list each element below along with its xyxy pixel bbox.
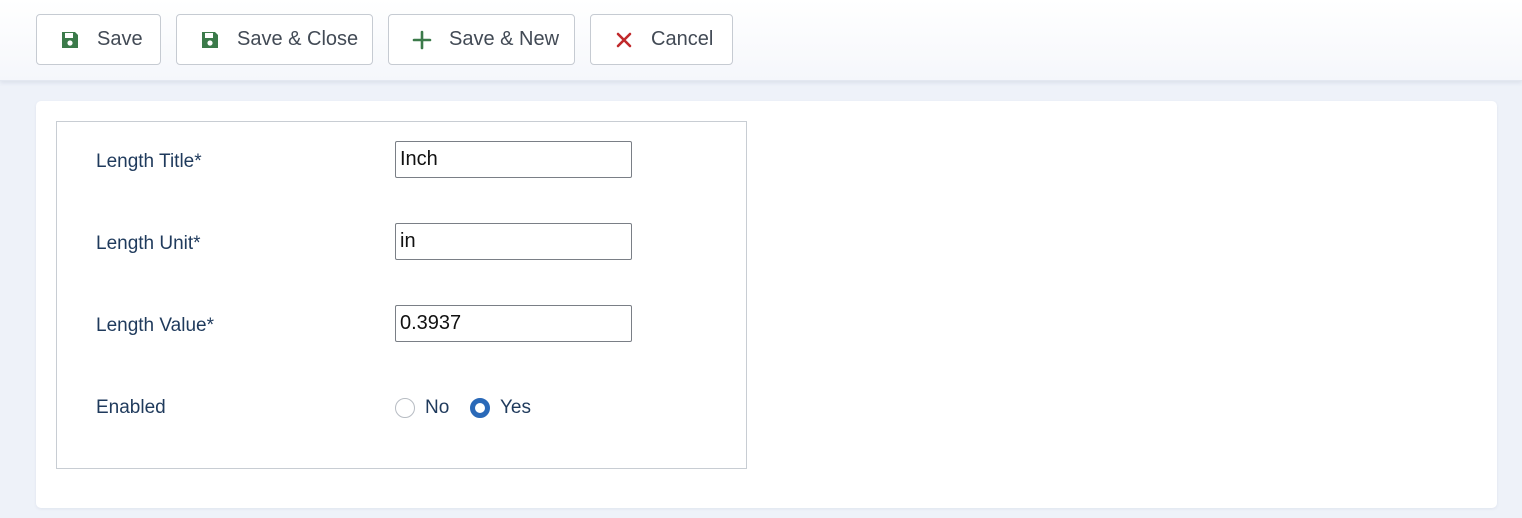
plus-icon	[412, 30, 432, 50]
form-card: Length Title* Length Unit* Length Value*…	[36, 101, 1497, 508]
toolbar: Save Save & Close Save & New Cancel	[0, 0, 1522, 81]
length-value-input[interactable]	[395, 305, 632, 342]
enabled-radio-group: No Yes	[395, 397, 595, 419]
x-icon	[616, 32, 632, 48]
cancel-button[interactable]: Cancel	[590, 14, 733, 65]
save-button-label: Save	[97, 28, 143, 50]
cancel-button-label: Cancel	[651, 28, 714, 50]
length-fieldset: Length Title* Length Unit* Length Value*…	[56, 121, 747, 469]
save-close-button[interactable]: Save & Close	[176, 14, 373, 65]
floppy-disk-icon	[62, 32, 78, 48]
length-unit-input[interactable]	[395, 223, 632, 260]
length-title-input[interactable]	[395, 141, 632, 178]
save-close-button-label: Save & Close	[237, 28, 359, 50]
save-new-button[interactable]: Save & New	[388, 14, 575, 65]
floppy-disk-icon	[202, 32, 218, 48]
enabled-no-label[interactable]: No	[425, 397, 449, 419]
enabled-no-radio[interactable]	[395, 398, 415, 418]
enabled-label: Enabled	[96, 397, 166, 418]
save-new-button-label: Save & New	[449, 28, 560, 50]
enabled-yes-label[interactable]: Yes	[500, 397, 531, 419]
length-value-label: Length Value*	[96, 315, 214, 336]
length-title-label: Length Title*	[96, 151, 202, 172]
enabled-yes-radio[interactable]	[470, 398, 490, 418]
length-unit-label: Length Unit*	[96, 233, 201, 254]
save-button[interactable]: Save	[36, 14, 161, 65]
